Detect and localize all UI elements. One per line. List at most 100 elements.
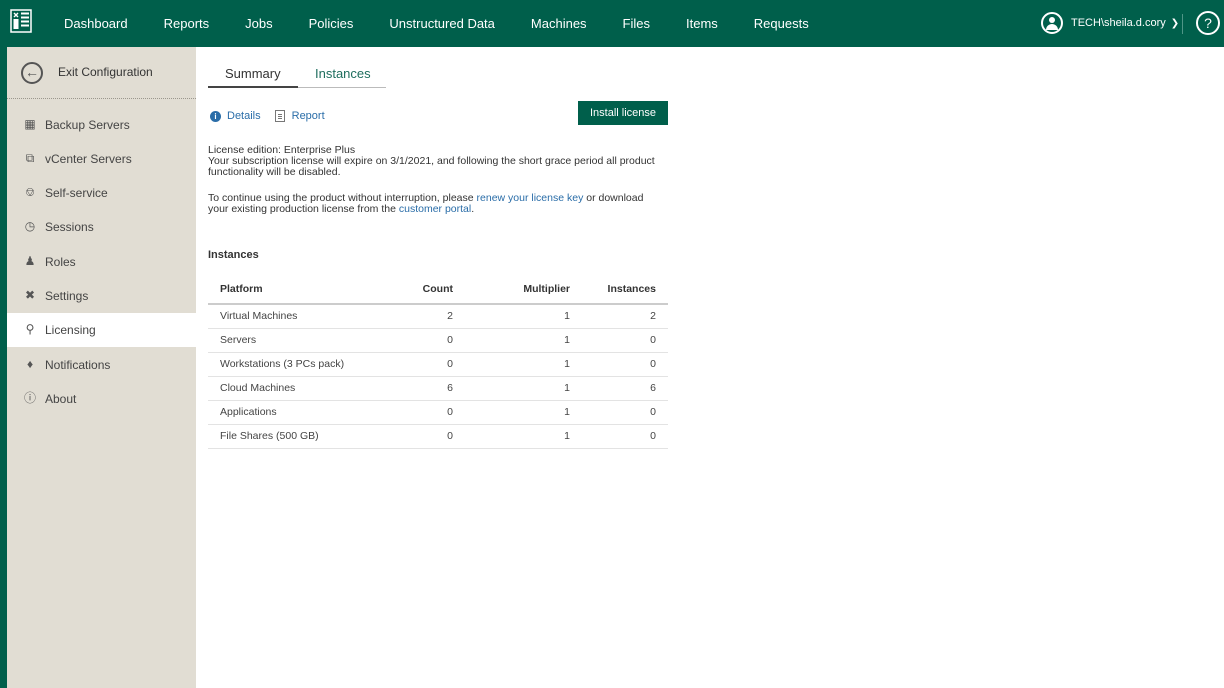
main-nav: Dashboard Reports Jobs Policies Unstruct… [46, 0, 827, 47]
instances-section-title: Instances [208, 249, 259, 261]
nav-machines[interactable]: Machines [513, 0, 605, 47]
column-header-multiplier[interactable]: Multiplier [453, 274, 570, 305]
backup-server-icon: ▦ [24, 117, 36, 131]
vcenter-icon: ⧉ [25, 151, 35, 165]
cell-platform: Applications [208, 400, 363, 425]
cell-instances: 0 [570, 400, 668, 425]
user-icon: ♟ [24, 254, 36, 268]
table-row[interactable]: Workstations (3 PCs pack) 0 1 0 [208, 352, 668, 377]
report-icon [274, 110, 285, 122]
sidebar-item-sessions[interactable]: ◷ Sessions [7, 210, 196, 244]
cell-count: 2 [363, 304, 453, 329]
sidebar-item-label: Backup Servers [45, 118, 130, 132]
info-icon: i [210, 110, 221, 122]
license-expire-line1: Your subscription license will expire on… [208, 155, 655, 167]
top-navigation-bar: Dashboard Reports Jobs Policies Unstruct… [0, 0, 1224, 47]
chevron-down-icon: ❯ [1170, 17, 1180, 29]
table-row[interactable]: File Shares (500 GB) 0 1 0 [208, 424, 668, 449]
app-logo-icon[interactable] [10, 9, 32, 33]
nav-policies[interactable]: Policies [291, 0, 372, 47]
left-edge-stripe [0, 47, 7, 688]
exit-configuration-button[interactable]: ← Exit Configuration [7, 47, 196, 99]
help-icon[interactable]: ? [1196, 11, 1220, 35]
details-link[interactable]: i Details [210, 110, 261, 122]
column-header-instances[interactable]: Instances [570, 274, 668, 305]
table-row[interactable]: Cloud Machines 6 1 6 [208, 376, 668, 401]
user-menu[interactable]: TECH\sheila.d.cory ❯ [1041, 10, 1179, 36]
cell-count: 0 [363, 328, 453, 353]
nav-dashboard[interactable]: Dashboard [46, 0, 146, 47]
continue-line2-prefix: your existing production license from th… [208, 203, 399, 215]
info-icon: ⓘ [23, 391, 36, 405]
report-label: Report [291, 110, 325, 122]
table-row[interactable]: Applications 0 1 0 [208, 400, 668, 425]
sidebar: ← Exit Configuration ▦ Backup Servers ⧉ … [7, 47, 197, 688]
sidebar-item-label: Sessions [45, 220, 94, 234]
user-name: TECH\sheila.d.cory [1071, 17, 1166, 29]
exit-configuration-label: Exit Configuration [58, 65, 153, 79]
table-row[interactable]: Servers 0 1 0 [208, 328, 668, 353]
continue-suffix: . [471, 203, 475, 215]
cell-multiplier: 1 [453, 424, 570, 449]
cell-platform: Cloud Machines [208, 376, 363, 401]
nav-requests[interactable]: Requests [736, 0, 827, 47]
table-header-row: Platform Count Multiplier Instances [208, 274, 668, 305]
install-license-button[interactable]: Install license [578, 101, 668, 125]
topbar-divider [1182, 14, 1183, 34]
sidebar-item-roles[interactable]: ♟ Roles [7, 245, 196, 279]
cell-count: 0 [363, 352, 453, 377]
back-arrow-icon: ← [21, 62, 43, 84]
cell-multiplier: 1 [453, 352, 570, 377]
cell-count: 0 [363, 400, 453, 425]
sidebar-item-label: Settings [45, 289, 89, 303]
user-avatar-icon [1041, 12, 1063, 34]
nav-items[interactable]: Items [668, 0, 736, 47]
instances-table: Platform Count Multiplier Instances Virt… [208, 274, 668, 449]
nav-files[interactable]: Files [605, 0, 668, 47]
sidebar-item-label: Licensing [45, 323, 96, 337]
details-label: Details [227, 110, 261, 122]
cell-count: 6 [363, 376, 453, 401]
nav-unstructured-data[interactable]: Unstructured Data [371, 0, 513, 47]
sidebar-item-notifications[interactable]: ♦ Notifications [7, 348, 196, 382]
tab-bar: Summary Instances [208, 66, 386, 88]
tab-instances[interactable]: Instances [298, 66, 386, 88]
nav-jobs[interactable]: Jobs [227, 0, 290, 47]
clock-icon: ◷ [24, 219, 36, 233]
sidebar-item-about[interactable]: ⓘ About [7, 382, 196, 416]
table-row[interactable]: Virtual Machines 2 1 2 [208, 304, 668, 329]
cell-platform: Virtual Machines [208, 304, 363, 329]
continue-middle: or download [583, 192, 644, 204]
sidebar-item-self-service[interactable]: ⎊ Self-service [7, 176, 196, 210]
cell-multiplier: 1 [453, 328, 570, 353]
cell-platform: Workstations (3 PCs pack) [208, 352, 363, 377]
sidebar-item-settings[interactable]: ✖ Settings [7, 279, 196, 313]
license-edition: License edition: Enterprise Plus [208, 144, 356, 156]
column-header-platform[interactable]: Platform [208, 274, 363, 305]
cell-instances: 2 [570, 304, 668, 329]
license-continue-line1: To continue using the product without in… [208, 192, 678, 204]
sidebar-item-label: Roles [45, 255, 76, 269]
action-bar: i Details Report [210, 110, 339, 122]
nav-reports[interactable]: Reports [146, 0, 228, 47]
sidebar-item-backup-servers[interactable]: ▦ Backup Servers [7, 108, 196, 142]
cell-multiplier: 1 [453, 400, 570, 425]
sidebar-item-label: Notifications [45, 358, 111, 372]
customer-portal-link[interactable]: customer portal [399, 203, 471, 215]
cell-multiplier: 1 [453, 376, 570, 401]
cell-instances: 0 [570, 328, 668, 353]
cell-instances: 0 [570, 352, 668, 377]
sidebar-item-label: vCenter Servers [45, 152, 132, 166]
license-icon: ⚲ [25, 322, 35, 336]
tools-icon: ✖ [24, 288, 36, 302]
sidebar-item-licensing[interactable]: ⚲ Licensing [7, 313, 197, 347]
tab-summary[interactable]: Summary [208, 66, 298, 88]
cell-multiplier: 1 [453, 304, 570, 329]
cell-platform: Servers [208, 328, 363, 353]
renew-license-link[interactable]: renew your license key [477, 192, 584, 204]
license-continue-line2: your existing production license from th… [208, 203, 678, 215]
sidebar-item-vcenter-servers[interactable]: ⧉ vCenter Servers [7, 142, 196, 176]
bell-icon: ♦ [26, 357, 34, 371]
column-header-count[interactable]: Count [363, 274, 453, 305]
report-link[interactable]: Report [274, 110, 325, 122]
